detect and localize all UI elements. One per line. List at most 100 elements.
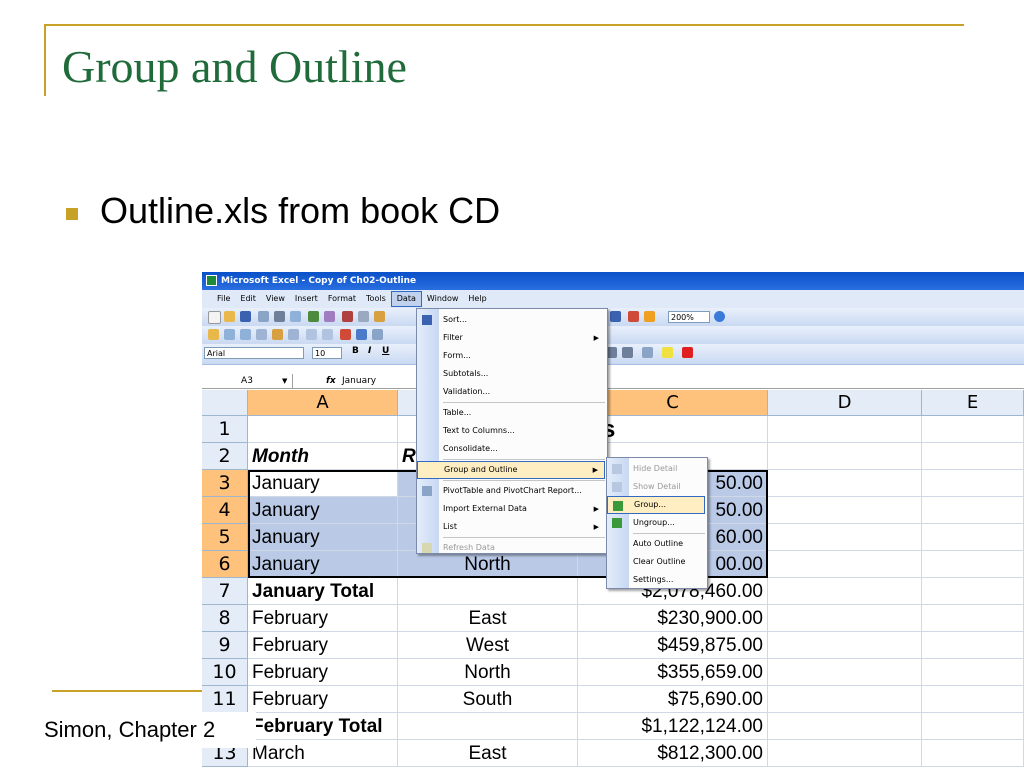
cell-c[interactable]: $230,900.00 — [578, 605, 768, 632]
review-icon[interactable] — [356, 329, 367, 340]
row-header[interactable]: 4 — [202, 497, 248, 524]
data-menu-item[interactable]: Import External Data ▶ — [417, 500, 605, 518]
name-box-dropdown-icon[interactable]: ▼ — [282, 374, 287, 388]
font-size-select[interactable]: 10 — [312, 347, 342, 359]
row-header[interactable]: 2 — [202, 443, 248, 470]
cell-e[interactable] — [922, 497, 1024, 524]
cell-d[interactable] — [768, 605, 922, 632]
menu-help[interactable]: Help — [463, 290, 491, 308]
submenu-item[interactable]: Clear Outline — [607, 553, 705, 571]
cell-e[interactable] — [922, 632, 1024, 659]
cell-c[interactable]: $355,659.00 — [578, 659, 768, 686]
formula-value[interactable]: January — [342, 374, 376, 388]
row-header[interactable]: 6 — [202, 551, 248, 578]
row-header[interactable]: 10 — [202, 659, 248, 686]
row-header[interactable]: 8 — [202, 605, 248, 632]
new-icon[interactable] — [208, 311, 221, 324]
cell-e[interactable] — [922, 740, 1024, 767]
cell-b[interactable]: East — [398, 740, 578, 767]
cell-e[interactable] — [922, 605, 1024, 632]
underline-icon[interactable]: U — [382, 346, 389, 356]
cell-a[interactable]: Month — [248, 443, 398, 470]
data-menu-item[interactable]: Sort... — [417, 311, 605, 329]
cell-d[interactable] — [768, 632, 922, 659]
data-menu-item[interactable]: Validation... — [417, 383, 605, 401]
data-menu-item[interactable]: Group and Outline ▶ — [417, 461, 605, 479]
column-header-a[interactable]: A — [248, 390, 398, 416]
submenu-item[interactable]: Settings... — [607, 571, 705, 589]
print-preview-icon[interactable] — [290, 311, 301, 322]
cell-d[interactable] — [768, 497, 922, 524]
cell-d[interactable] — [768, 416, 922, 443]
data-menu-item[interactable]: Text to Columns... — [417, 422, 605, 440]
print-icon[interactable] — [274, 311, 285, 322]
cell-a[interactable]: January Total — [248, 578, 398, 605]
bold-icon[interactable]: B — [352, 346, 359, 356]
column-header-d[interactable]: D — [768, 390, 922, 416]
save-icon[interactable] — [240, 311, 251, 322]
cell-a[interactable]: March — [248, 740, 398, 767]
row-header[interactable]: 1 — [202, 416, 248, 443]
cell-d[interactable] — [768, 470, 922, 497]
cell-e[interactable] — [922, 686, 1024, 713]
cell-b[interactable]: South — [398, 686, 578, 713]
data-menu-item[interactable]: Form... — [417, 347, 605, 365]
data-menu-item[interactable]: Subtotals... — [417, 365, 605, 383]
row-header[interactable]: 7 — [202, 578, 248, 605]
cell-e[interactable] — [922, 578, 1024, 605]
cell-c[interactable]: $459,875.00 — [578, 632, 768, 659]
italic-icon[interactable]: I — [368, 346, 371, 356]
submenu-item[interactable]: Auto Outline — [607, 535, 705, 553]
cell-b[interactable]: West — [398, 632, 578, 659]
font-color-icon[interactable] — [682, 347, 693, 358]
cell-a[interactable]: January — [248, 497, 398, 524]
data-menu-item[interactable]: Table... — [417, 404, 605, 422]
chart-wizard-icon[interactable] — [628, 311, 639, 322]
column-header-e[interactable]: E — [922, 390, 1024, 416]
cell-e[interactable] — [922, 524, 1024, 551]
row-header[interactable]: 9 — [202, 632, 248, 659]
delete-comment-icon[interactable] — [288, 329, 299, 340]
fx-icon[interactable]: fx — [326, 374, 340, 388]
cell-b[interactable]: East — [398, 605, 578, 632]
end-review-icon[interactable] — [372, 329, 383, 340]
cell-a[interactable]: February — [248, 659, 398, 686]
cell-d[interactable] — [768, 686, 922, 713]
menu-tools[interactable]: Tools — [361, 290, 391, 308]
cell-d[interactable] — [768, 659, 922, 686]
insert-chart-icon[interactable] — [340, 329, 351, 340]
undo-icon[interactable] — [306, 329, 317, 340]
cell-a[interactable]: February — [248, 686, 398, 713]
cell-e[interactable] — [922, 416, 1024, 443]
cell-d[interactable] — [768, 713, 922, 740]
mail-icon[interactable] — [240, 329, 251, 340]
menu-view[interactable]: View — [261, 290, 290, 308]
menu-edit[interactable]: Edit — [235, 290, 261, 308]
menu-file[interactable]: File — [212, 290, 235, 308]
cell-d[interactable] — [768, 524, 922, 551]
folder-icon[interactable] — [208, 329, 219, 340]
row-header[interactable]: 11 — [202, 686, 248, 713]
submenu-item[interactable]: Hide Detail — [607, 460, 705, 478]
cell-d[interactable] — [768, 578, 922, 605]
submenu-item[interactable]: Show Detail — [607, 478, 705, 496]
data-menu-item[interactable]: Filter ▶ — [417, 329, 605, 347]
zoom-select[interactable]: 200% — [668, 311, 710, 323]
help-icon[interactable] — [714, 311, 725, 322]
copy-icon[interactable] — [358, 311, 369, 322]
submenu-item[interactable]: Group... — [607, 496, 705, 514]
cell-e[interactable] — [922, 470, 1024, 497]
track-changes-icon[interactable] — [272, 329, 283, 340]
cell-c[interactable]: $812,300.00 — [578, 740, 768, 767]
cell-a[interactable]: February — [248, 632, 398, 659]
data-menu-item[interactable]: Consolidate... — [417, 440, 605, 458]
cell-e[interactable] — [922, 443, 1024, 470]
cell-c[interactable]: $1,122,124.00 — [578, 713, 768, 740]
select-all-corner[interactable] — [202, 390, 248, 416]
name-box[interactable]: A3 — [202, 374, 293, 388]
menu-insert[interactable]: Insert — [290, 290, 323, 308]
reply-icon[interactable] — [256, 329, 267, 340]
cell-a[interactable]: January — [248, 551, 398, 578]
submenu-item[interactable]: Ungroup... — [607, 514, 705, 532]
data-menu-item[interactable]: Refresh Data — [417, 539, 605, 557]
